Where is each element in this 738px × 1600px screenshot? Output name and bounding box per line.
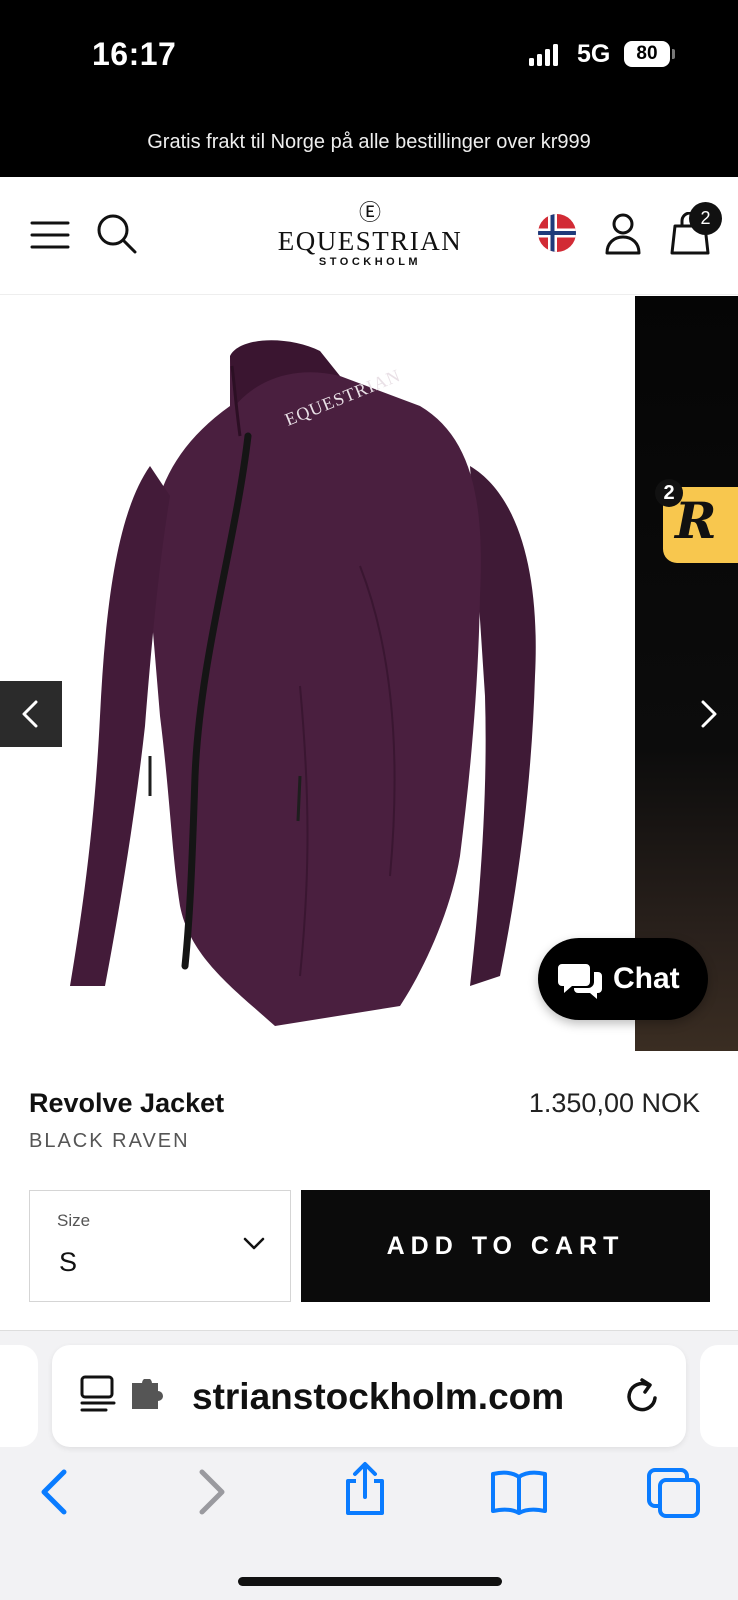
signal-icon	[529, 44, 558, 66]
size-value: S	[59, 1247, 78, 1277]
chat-button[interactable]: Chat	[538, 938, 708, 1020]
add-to-cart-button[interactable]: ADD TO CART	[301, 1190, 710, 1302]
search-icon[interactable]	[96, 213, 138, 255]
battery-icon: 80	[624, 41, 670, 67]
promo-banner[interactable]: Gratis frakt til Norge på alle bestillin…	[0, 131, 738, 154]
site-header: Ⓔ EQUESTRIAN STOCKHOLM 2	[0, 177, 738, 295]
product-gallery[interactable]: EQUESTRIAN R 2 Chat	[0, 296, 738, 1051]
product-image: EQUESTRIAN	[70, 340, 536, 1026]
size-label: Size	[57, 1211, 91, 1230]
logo-mark: Ⓔ	[358, 201, 381, 226]
top-bar: 16:17 5G 80 Gratis frakt til Norge på al…	[0, 0, 738, 177]
forward-icon[interactable]	[196, 1469, 228, 1515]
reader-icon[interactable]	[80, 1375, 116, 1415]
norway-flag-icon[interactable]	[538, 214, 576, 252]
cart-count-badge: 2	[689, 202, 722, 235]
chevron-right-icon	[701, 700, 717, 728]
tabs-icon[interactable]	[646, 1467, 702, 1519]
status-time: 16:17	[92, 36, 177, 72]
bookmarks-icon[interactable]	[490, 1469, 548, 1515]
prev-image-button[interactable]	[0, 681, 62, 747]
battery-tip	[672, 49, 675, 59]
back-icon[interactable]	[38, 1469, 70, 1515]
network-label: 5G	[577, 40, 611, 68]
site-logo[interactable]: Ⓔ EQUESTRIAN STOCKHOLM	[270, 201, 470, 269]
address-bar[interactable]: strianstockholm.com	[52, 1345, 686, 1447]
logo-name: EQUESTRIAN	[277, 226, 463, 256]
rewards-logo: R	[675, 491, 717, 550]
next-image-button[interactable]	[690, 688, 730, 738]
account-icon[interactable]	[605, 213, 641, 255]
url-text: strianstockholm.com	[192, 1376, 565, 1417]
product-name: Revolve Jacket	[29, 1088, 225, 1118]
product-price: 1.350,00 NOK	[528, 1088, 700, 1118]
product-variant: BLACK RAVEN	[29, 1130, 190, 1152]
previous-tab-preview[interactable]	[0, 1345, 38, 1447]
logo-sub: STOCKHOLM	[318, 256, 422, 268]
next-tab-preview[interactable]	[700, 1345, 738, 1447]
extension-icon[interactable]	[128, 1379, 168, 1413]
size-select[interactable]: Size S	[29, 1190, 291, 1302]
rewards-count-badge: 2	[655, 479, 683, 507]
reload-icon[interactable]	[624, 1378, 660, 1416]
menu-icon[interactable]	[30, 219, 70, 251]
chat-bubbles-icon	[558, 964, 602, 999]
chat-label: Chat	[613, 962, 680, 995]
chevron-left-icon	[22, 700, 38, 728]
home-indicator[interactable]	[238, 1577, 502, 1586]
share-icon[interactable]	[342, 1461, 388, 1517]
chevron-down-icon	[243, 1237, 265, 1250]
browser-chrome: strianstockholm.com	[0, 1330, 738, 1600]
